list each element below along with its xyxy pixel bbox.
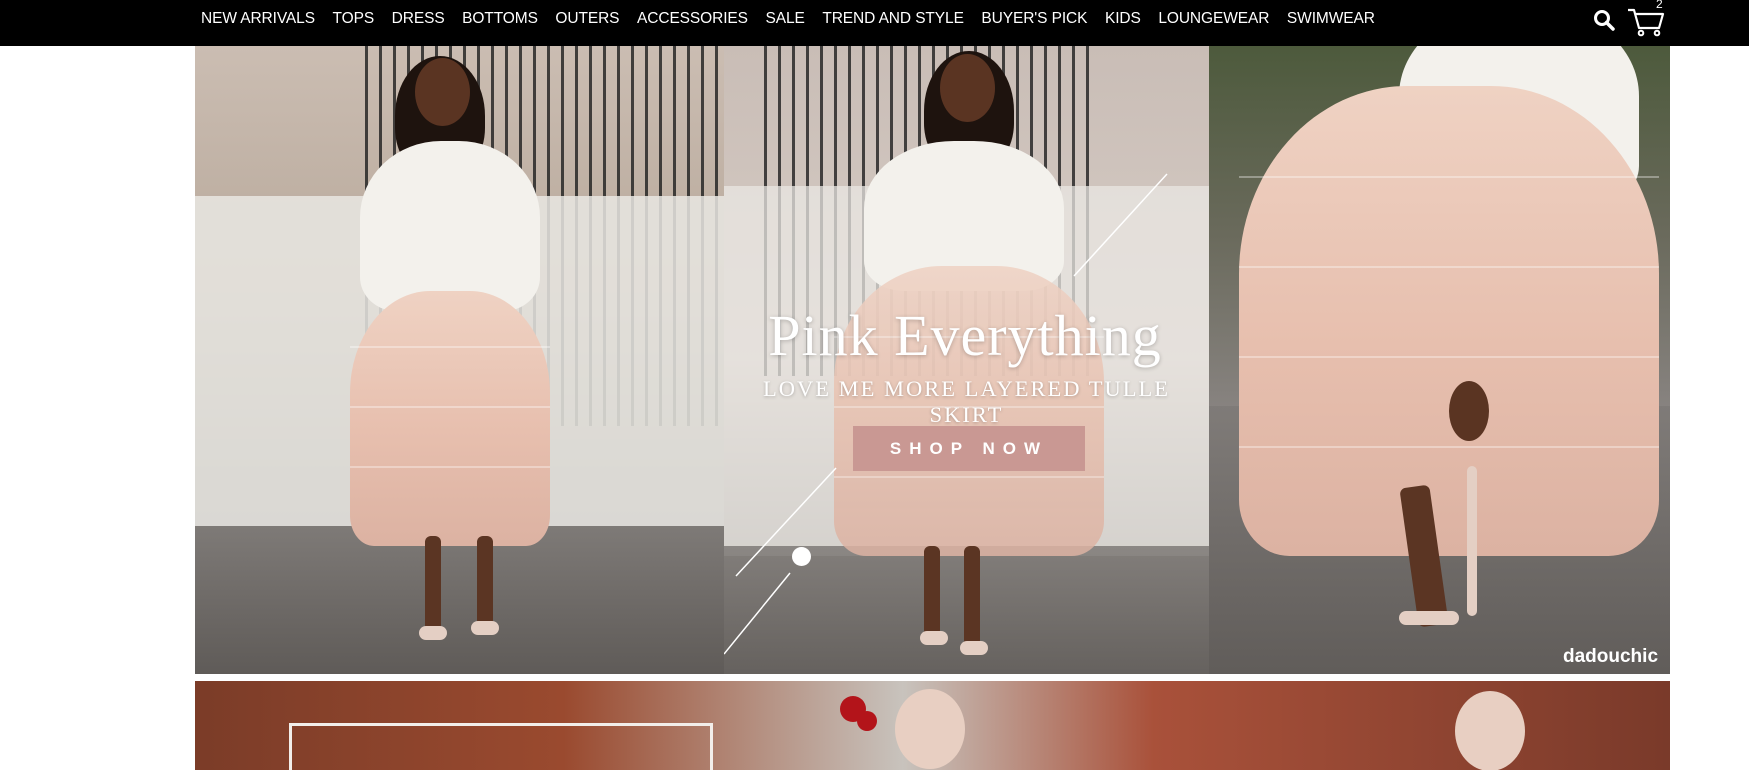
nav-item-dress[interactable]: DRESS (392, 10, 445, 28)
nav-item-accessories[interactable]: ACCESSORIES (637, 10, 748, 28)
nav-menu: NEW ARRIVALS TOPS DRESS BOTTOMS OUTERS A… (201, 0, 1392, 38)
hero-subtitle: LOVE ME MORE LAYERED TULLE SKIRT (763, 376, 1170, 427)
hero-title: Pink Everything (768, 303, 1162, 368)
nav-item-loungewear[interactable]: LOUNGEWEAR (1158, 10, 1269, 28)
banner-frame (289, 723, 713, 770)
shop-now-button[interactable]: SHOP NOW (853, 426, 1085, 471)
hero-photo-right (1209, 46, 1670, 674)
cart-count-badge: 2 (1656, 0, 1663, 11)
nav-item-kids[interactable]: KIDS (1105, 10, 1141, 28)
nav-item-bottoms[interactable]: BOTTOMS (462, 10, 538, 28)
nav-item-swimwear[interactable]: SWIMWEAR (1287, 10, 1375, 28)
nav-item-trend-and-style[interactable]: TREND AND STYLE (822, 10, 964, 28)
second-banner[interactable] (195, 681, 1670, 770)
hero-photo-left (195, 46, 724, 674)
nav-item-new-arrivals[interactable]: NEW ARRIVALS (201, 10, 315, 28)
nav-item-buyers-pick[interactable]: BUYER'S PICK (981, 10, 1087, 28)
carousel-dot[interactable] (792, 547, 811, 566)
brand-watermark: dadouchic (1563, 646, 1659, 667)
hero-banner[interactable]: Pink Everything LOVE ME MORE LAYERED TUL… (195, 46, 1670, 674)
nav-item-sale[interactable]: SALE (765, 10, 804, 28)
search-icon[interactable] (1592, 8, 1616, 32)
top-navigation-bar: NEW ARRIVALS TOPS DRESS BOTTOMS OUTERS A… (0, 0, 1749, 46)
nav-item-outers[interactable]: OUTERS (555, 10, 619, 28)
nav-item-tops[interactable]: TOPS (333, 10, 375, 28)
